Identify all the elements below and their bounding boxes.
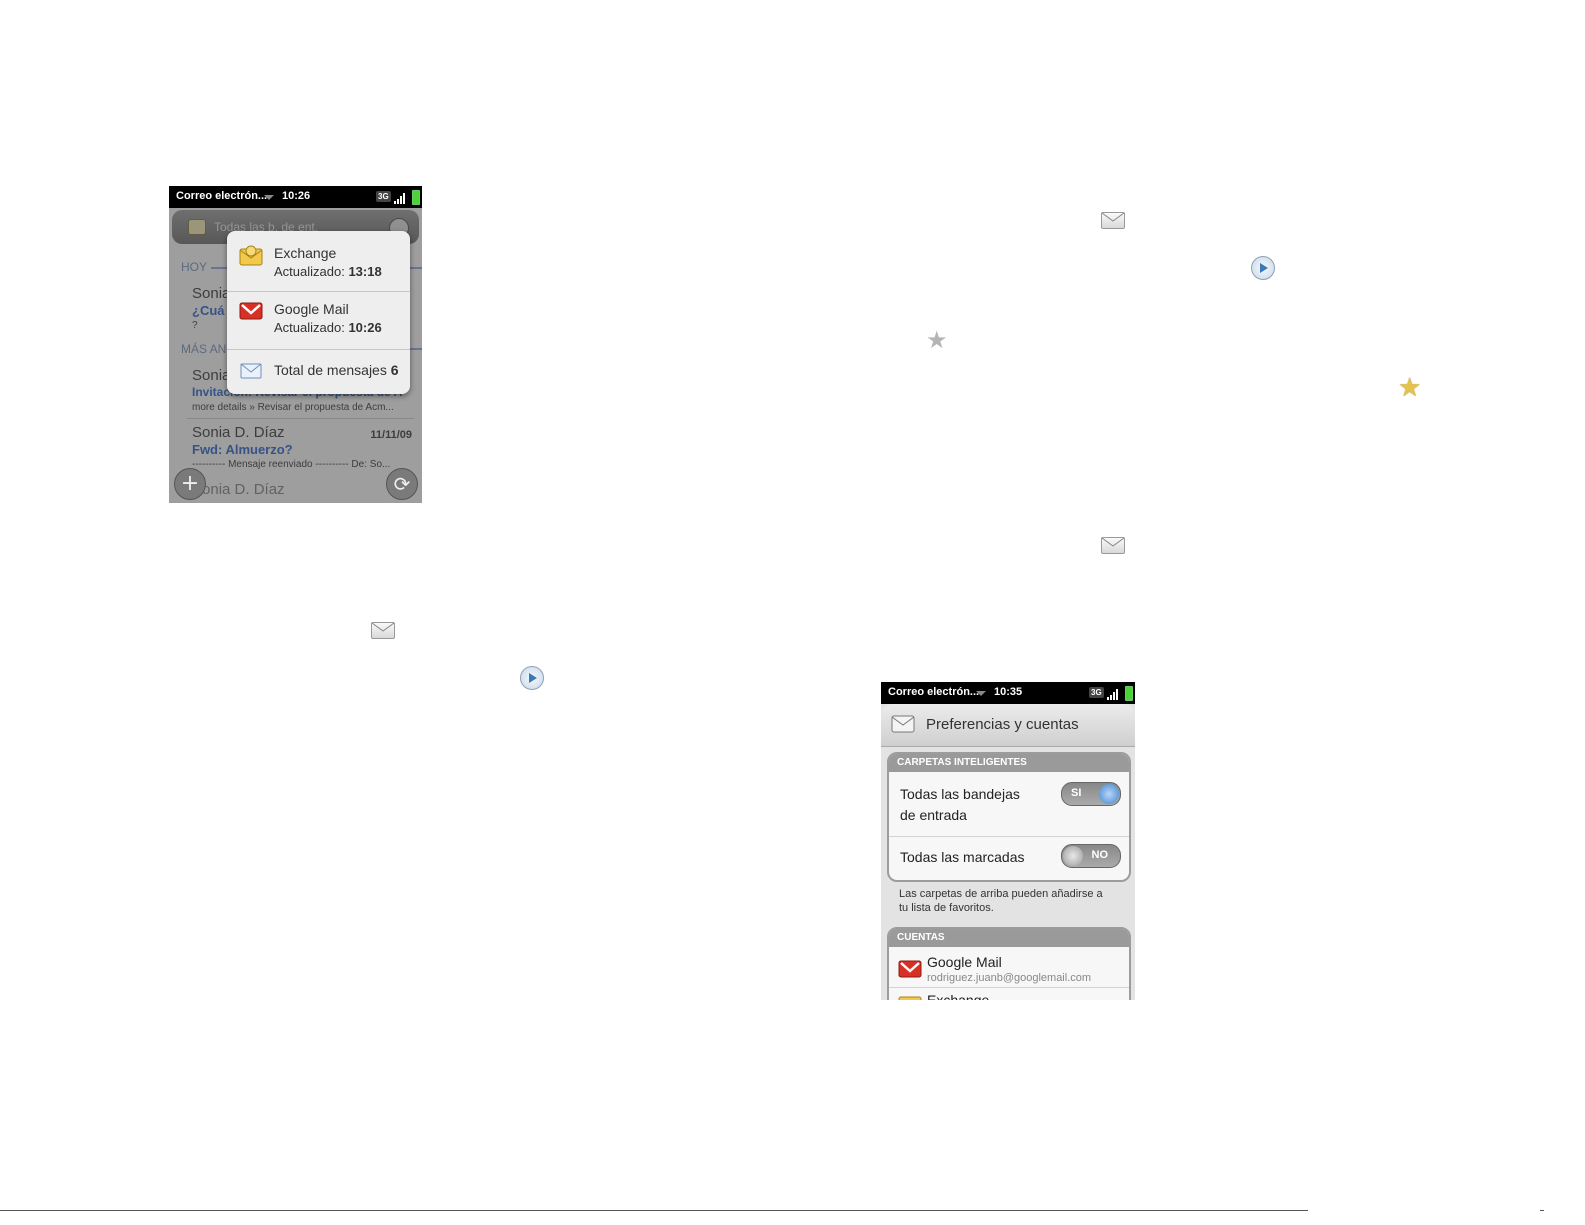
option-label: Todas las marcadas — [900, 849, 1025, 865]
play-icon — [1251, 256, 1275, 280]
signal-icon — [394, 192, 408, 204]
app-name[interactable]: Correo electrón... — [888, 686, 979, 698]
popup-total-text: Total de mensajes 6 — [274, 362, 399, 378]
status-bar: Correo electrón... 10:35 3G — [881, 682, 1135, 704]
group-title: CARPETAS INTELIGENTES — [889, 754, 1129, 772]
page-title: Preferencias y cuentas — [926, 716, 1079, 733]
all-flagged-toggle[interactable]: NO — [1061, 844, 1121, 868]
popup-account-name: Google Mail — [274, 301, 349, 317]
account-name: Exchange — [927, 992, 990, 1000]
status-bar: Correo electrón... 10:26 3G — [169, 186, 422, 208]
popup-item-total[interactable]: Total de mensajes 6 — [227, 350, 410, 394]
popup-updated-text: Actualizado: 10:26 — [274, 320, 382, 335]
toggle-knob — [1099, 784, 1119, 804]
account-status-popup: Exchange Actualizado: 13:18 Google Mail … — [227, 231, 410, 394]
account-name: Google Mail — [927, 954, 1002, 970]
preferences-header: Preferencias y cuentas — [881, 704, 1135, 747]
envelope-icon — [891, 715, 915, 733]
smart-folders-note: Las carpetas de arriba pueden añadirse a… — [899, 888, 1103, 914]
option-label: Todas las bandejas de entrada — [900, 786, 1020, 823]
popup-item-gmail[interactable]: Google Mail Actualizado: 10:26 — [227, 292, 410, 348]
chevron-down-icon[interactable] — [264, 195, 274, 200]
smart-folders-group: CARPETAS INTELIGENTES Todas las bandejas… — [887, 752, 1131, 882]
network-badge: 3G — [376, 191, 391, 202]
chevron-down-icon[interactable] — [976, 691, 986, 696]
accounts-group: CUENTAS Google Mail rodriguez.juanb@goog… — [887, 927, 1131, 1000]
network-badge: 3G — [1089, 687, 1104, 698]
play-icon — [520, 666, 544, 690]
toggle-knob — [1063, 846, 1083, 866]
envelope-icon — [371, 622, 395, 639]
popup-item-exchange[interactable]: Exchange Actualizado: 13:18 — [227, 231, 410, 291]
page-footer-tick — [1540, 1210, 1544, 1211]
preferences-phone-screenshot: Correo electrón... 10:35 3G Preferencias… — [881, 682, 1135, 1000]
envelope-icon — [1101, 212, 1125, 229]
new-mail-button[interactable]: + — [174, 468, 206, 500]
gmail-icon — [239, 302, 263, 320]
popup-account-name: Exchange — [274, 245, 337, 261]
battery-icon — [1125, 686, 1133, 701]
toggle-state: NO — [1091, 849, 1109, 861]
account-email: rodriguez.juanb@googlemail.com — [927, 972, 1092, 984]
sync-button[interactable]: ⟳ — [386, 468, 418, 500]
star-icon: ★ — [1398, 373, 1422, 403]
exchange-icon — [239, 245, 263, 266]
toggle-state: SI — [1071, 787, 1082, 799]
star-icon: ★ — [926, 326, 948, 354]
app-name[interactable]: Correo electrón... — [176, 190, 267, 202]
exchange-icon — [898, 996, 922, 1000]
all-inboxes-toggle[interactable]: SI — [1061, 782, 1121, 806]
popup-updated-text: Actualizado: 13:18 — [274, 264, 382, 279]
status-time: 10:26 — [282, 190, 311, 202]
envelope-icon — [1101, 537, 1125, 554]
page-footer-rule — [0, 1210, 1308, 1211]
gmail-icon — [898, 960, 922, 978]
row-divider — [889, 987, 1129, 988]
signal-icon — [1107, 688, 1121, 700]
email-phone-screenshot-inbox: Correo electrón... 10:26 3G Todas las b.… — [169, 186, 422, 503]
group-title: CUENTAS — [889, 929, 1129, 947]
envelope-icon — [240, 363, 262, 379]
status-time: 10:35 — [994, 686, 1023, 698]
battery-icon — [412, 190, 420, 205]
row-divider — [889, 836, 1129, 837]
